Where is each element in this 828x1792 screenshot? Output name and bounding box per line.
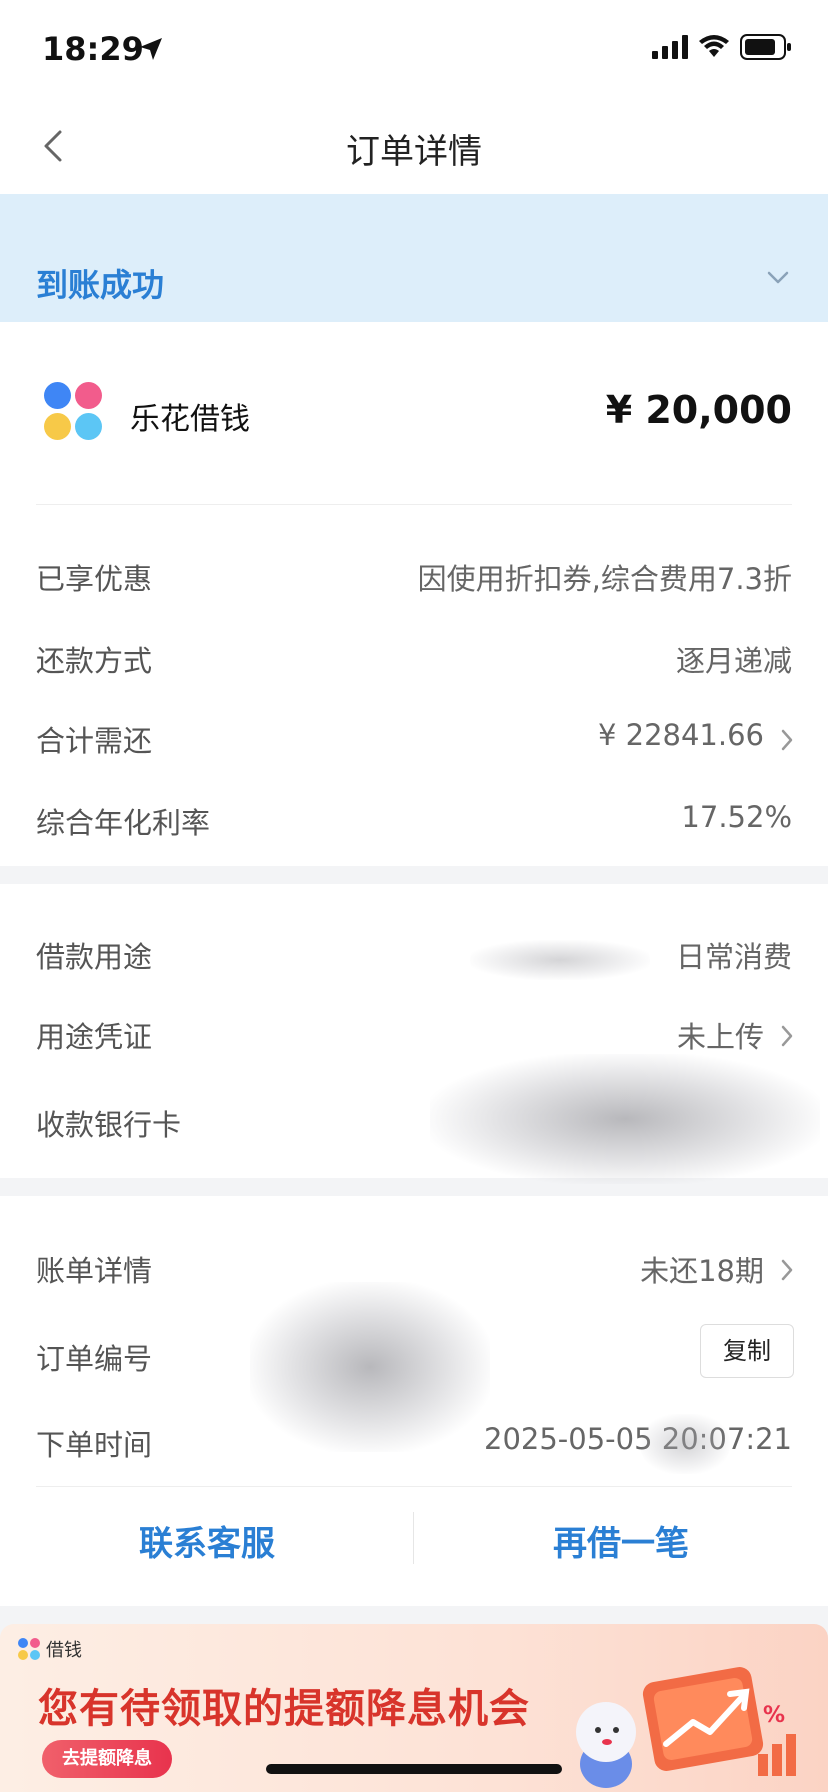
loan-purpose-row: 借款用途 日常消费 xyxy=(0,922,828,982)
promo-brand: 借钱 xyxy=(18,1636,82,1662)
nav-bar: 订单详情 xyxy=(0,98,828,194)
redaction-blur xyxy=(640,1414,730,1474)
row-value: 逐月递减 xyxy=(675,644,792,678)
copy-button[interactable]: 复制 xyxy=(700,1324,794,1378)
row-value: 日常消费 xyxy=(675,940,792,974)
product-name: 乐花借钱 xyxy=(130,402,250,437)
order-card: 账单详情 未还18期 订单编号 复制 下单时间 2025-05-05 20:07… xyxy=(0,1196,828,1606)
svg-text:%: % xyxy=(763,1703,785,1728)
product-row: 乐花借钱 ¥ 20,000 xyxy=(0,322,828,504)
home-indicator xyxy=(266,1764,562,1774)
status-bar: 18:29 xyxy=(0,0,828,98)
battery-icon xyxy=(740,34,791,60)
row-label: 用途凭证 xyxy=(36,1020,153,1054)
status-icons xyxy=(652,34,792,60)
redaction-blur xyxy=(470,940,650,980)
status-time: 18:29 xyxy=(42,30,144,68)
row-value: 17.52% xyxy=(681,800,792,834)
promo-button[interactable]: 去提额降息 xyxy=(42,1740,172,1778)
row-label: 综合年化利率 xyxy=(36,806,211,840)
repayment-method-row: 还款方式 逐月递减 xyxy=(0,626,828,686)
wifi-icon xyxy=(699,35,729,57)
row-value: 未上传 xyxy=(676,1020,764,1054)
purpose-card: 借款用途 日常消费 用途凭证 未上传 收款银行卡 xyxy=(0,884,828,1184)
purpose-proof-row[interactable]: 用途凭证 未上传 xyxy=(0,1002,828,1062)
chevron-down-icon[interactable] xyxy=(766,270,790,286)
row-value: 2025-05-05 20:07:21 xyxy=(484,1422,792,1456)
status-banner[interactable]: 到账成功 xyxy=(0,194,828,322)
product-logo-icon xyxy=(44,382,102,440)
redaction-blur xyxy=(430,1054,820,1184)
loan-summary-card: 乐花借钱 ¥ 20,000 已享优惠 因使用折扣券,综合费用7.3折 还款方式 … xyxy=(0,322,828,866)
row-label: 账单详情 xyxy=(36,1254,153,1288)
action-bar: 联系客服 再借一笔 xyxy=(0,1482,828,1602)
row-label: 借款用途 xyxy=(36,940,153,974)
signal-icon xyxy=(652,35,688,59)
promo-brand-text: 借钱 xyxy=(46,1640,82,1661)
chevron-right-icon[interactable] xyxy=(780,1258,794,1282)
promo-title: 您有待领取的提额降息机会 xyxy=(38,1686,530,1732)
row-label: 还款方式 xyxy=(36,644,153,678)
divider xyxy=(36,504,792,505)
growth-chart-illustration-icon: % xyxy=(576,1667,796,1788)
brand-logo-icon xyxy=(18,1638,40,1660)
row-value: 因使用折扣券,综合费用7.3折 xyxy=(417,562,792,596)
location-arrow-icon xyxy=(140,38,162,60)
row-value: ¥ 22841.66 xyxy=(597,718,764,752)
redaction-blur xyxy=(250,1282,490,1452)
row-label: 下单时间 xyxy=(36,1428,153,1462)
apr-row: 综合年化利率 17.52% xyxy=(0,788,828,848)
loan-amount: ¥ 20,000 xyxy=(605,388,792,432)
chevron-right-icon[interactable] xyxy=(780,1024,794,1048)
discount-row: 已享优惠 因使用折扣券,综合费用7.3折 xyxy=(0,544,828,604)
row-value: 未还18期 xyxy=(640,1254,764,1288)
row-label: 合计需还 xyxy=(36,724,153,758)
total-repay-row[interactable]: 合计需还 ¥ 22841.66 xyxy=(0,706,828,766)
page-title: 订单详情 xyxy=(346,132,482,172)
borrow-again-button[interactable]: 再借一笔 xyxy=(414,1516,828,1565)
status-text: 到账成功 xyxy=(36,266,165,304)
contact-service-button[interactable]: 联系客服 xyxy=(0,1516,414,1565)
chevron-right-icon[interactable] xyxy=(780,728,794,752)
row-label: 已享优惠 xyxy=(36,562,153,596)
row-label: 收款银行卡 xyxy=(36,1108,182,1142)
row-label: 订单编号 xyxy=(36,1342,153,1376)
